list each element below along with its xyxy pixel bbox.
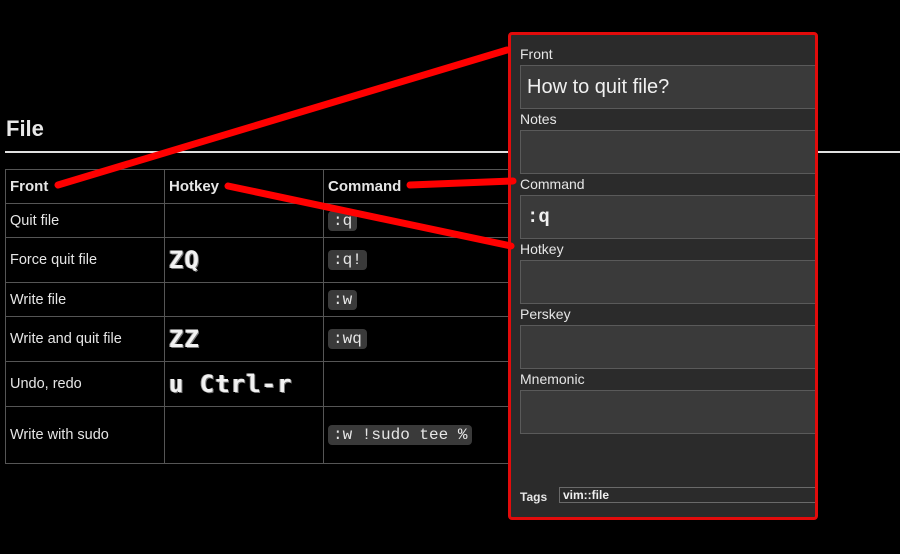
hotkey-text: u Ctrl-r [169,370,293,398]
section-title: File [6,116,44,141]
perskey-label: Perskey [520,306,571,322]
command-code: :q! [328,250,367,270]
row-command: :w [323,282,526,317]
row-hotkey: u Ctrl-r [164,361,324,407]
command-code: :q [328,210,358,231]
mnemonic-field[interactable] [520,390,815,434]
row-front: Undo, redo [5,361,165,407]
row-hotkey [164,282,324,317]
row-front: Write with sudo [5,406,165,464]
table-header-row: Front Hotkey Command [5,169,526,204]
table-row[interactable]: Write with sudo :w !sudo tee % [5,406,526,464]
command-field[interactable]: :q [520,195,815,239]
row-command: :w !sudo tee % [323,406,526,464]
row-command: :q [323,203,526,238]
command-code: :w [328,289,358,310]
command-label: Command [520,176,585,192]
hotkey-text: ZQ [169,246,200,274]
notes-field[interactable] [520,130,815,174]
notes-label: Notes [520,111,557,127]
tags-input[interactable]: vim::file [559,487,815,503]
card-editor-panel: Front How to quit file? Notes Command :q… [508,32,818,520]
table-row[interactable]: Write and quit file ZZ :wq [5,316,526,362]
row-hotkey [164,406,324,464]
row-command: :q! [323,237,526,283]
command-code: :w !sudo tee % [328,425,473,445]
row-hotkey: ZQ [164,237,324,283]
table-row[interactable]: Write file :w [5,282,526,317]
row-front: Write file [5,282,165,317]
row-command: :wq [323,316,526,362]
hotkey-field[interactable] [520,260,815,304]
row-front: Quit file [5,203,165,238]
header-hotkey: Hotkey [164,169,324,204]
callout-front-line [54,46,511,189]
perskey-field[interactable] [520,325,815,369]
command-code: :wq [328,329,367,349]
tags-label: Tags [520,490,548,504]
table-row[interactable]: Quit file :q [5,203,526,238]
table-row[interactable]: Force quit file ZQ :q! [5,237,526,283]
front-field[interactable]: How to quit file? [520,65,815,109]
row-hotkey: ZZ [164,316,324,362]
cards-table: Front Hotkey Command Quit file :q Force … [5,169,526,464]
row-command [323,361,526,407]
hotkey-text: ZZ [169,325,200,353]
header-command: Command [323,169,526,204]
hotkey-label: Hotkey [520,241,564,257]
front-label: Front [520,46,553,62]
mnemonic-label: Mnemonic [520,371,585,387]
row-front: Write and quit file [5,316,165,362]
header-front: Front [5,169,165,204]
row-hotkey [164,203,324,238]
table-row[interactable]: Undo, redo u Ctrl-r [5,361,526,407]
row-front: Force quit file [5,237,165,283]
